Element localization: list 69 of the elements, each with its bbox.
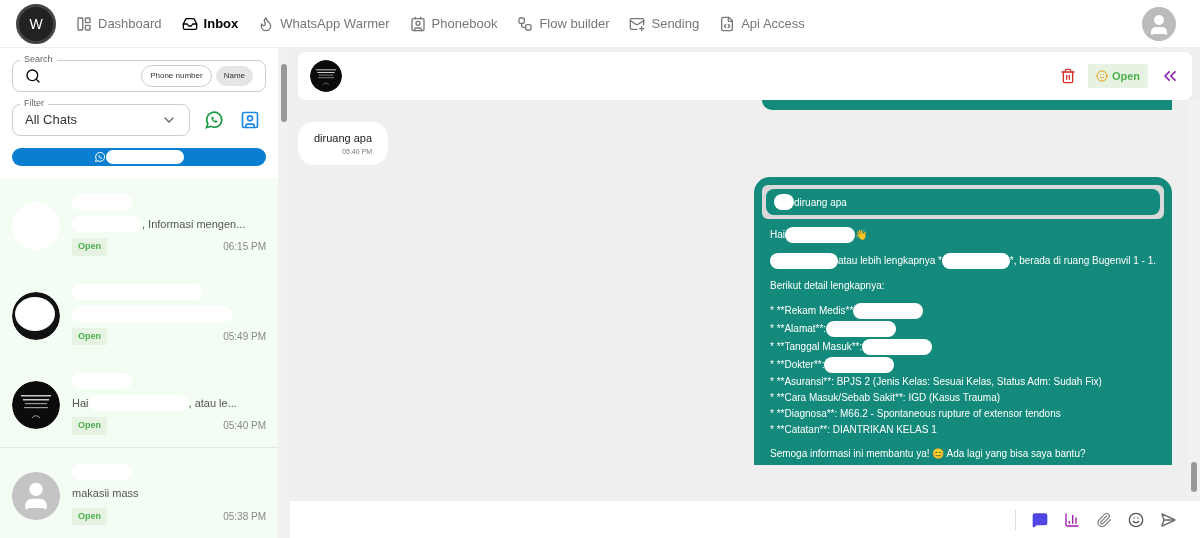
avatar (12, 471, 60, 520)
chat-list-item[interactable]: , Informasi mengen... Open 06:15 PM (0, 178, 278, 268)
attach-icon[interactable] (1096, 511, 1112, 528)
chat-time: 05:40 PM (223, 419, 266, 434)
delete-icon[interactable] (1059, 68, 1076, 84)
message-preview: Hai (72, 395, 89, 411)
search-mode-toggle[interactable]: Name (215, 66, 253, 86)
message-line: * **Diagnosa**: M66.2 - Spontaneous rupture of extensor tendons (770, 407, 1062, 421)
nav-tab[interactable]: Flow builder (517, 13, 610, 34)
mail-icon (629, 15, 646, 32)
chat-list-item[interactable]: Open 05:49 PM (0, 267, 278, 357)
search-mode-toggle[interactable]: Phone number (141, 65, 212, 87)
message-line: * **Catatan**: DIANTRIKAN KELAS 1 (770, 423, 938, 437)
nav-tab[interactable]: Inbox (181, 13, 239, 34)
redaction-mark (774, 194, 794, 210)
message-line: * **Dokter**: (770, 357, 1156, 373)
message-line: * **Rekam Medis** (770, 303, 1156, 319)
redaction-mark (853, 303, 924, 319)
chat-time: 06:15 PM (223, 240, 266, 255)
redaction-mark (941, 253, 1010, 269)
message-line: Semoga informasi ini membantu ya! 😊 Ada lagi yang bisa saya bantu? (770, 447, 1087, 461)
message-line: Berikut detail lengkapnya: (770, 279, 886, 293)
flow-icon (517, 15, 534, 32)
chart-icon[interactable] (1064, 511, 1080, 528)
message-preview: , Informasi mengen... (142, 216, 246, 232)
chat-time: 05:49 PM (223, 329, 266, 344)
message-line: atau lebih lengkapnya * *, berada di ruang Bugenvil 1 - 1. (770, 253, 1156, 269)
field-label: Search (20, 54, 57, 65)
message-preview: , atau le... (188, 395, 237, 411)
chat-list-item[interactable]: makasii mass Open 05:38 PM (0, 447, 278, 537)
chat-time: 05:38 PM (223, 509, 266, 524)
redaction-mark (824, 357, 895, 373)
logo[interactable]: W (16, 3, 56, 44)
status-badge: Open (72, 507, 107, 525)
field-label: Filter (20, 98, 48, 109)
emoji-icon[interactable] (1128, 511, 1144, 528)
contact-icon (240, 110, 260, 130)
message-preview: makasii mass (72, 486, 139, 502)
send-icon[interactable] (1160, 511, 1176, 528)
message-line: Hai 👋 (770, 227, 1156, 243)
whatsapp-icon (94, 151, 106, 163)
search-icon (25, 68, 41, 84)
nav-tab[interactable]: Api Access (719, 13, 805, 34)
quoted-message: diruang apa (762, 185, 1164, 219)
nav-tab[interactable]: Sending (629, 13, 700, 34)
message-line: * **Alamat**: (770, 321, 1156, 337)
smiley-icon (1095, 70, 1108, 82)
redaction-mark (826, 321, 897, 337)
scrollbar[interactable] (278, 48, 290, 538)
code-file-icon (719, 15, 736, 32)
inbox-icon (181, 15, 198, 32)
nav-tab[interactable]: WhatsApp Warmer (258, 13, 390, 34)
device-bar[interactable] (12, 148, 266, 166)
redaction-mark (770, 253, 838, 269)
layout-icon (76, 15, 92, 32)
nav-tab[interactable]: Phonebook (409, 13, 498, 34)
status-badge: Open (72, 417, 107, 435)
status-badge: Open (72, 327, 107, 345)
status-badge: Open (72, 238, 107, 256)
chat-list-item[interactable]: Hai , atau le... Open 05:40 PM (0, 357, 278, 447)
whatsapp-icon (204, 110, 224, 130)
nav-tab[interactable]: Dashboard (76, 13, 162, 34)
template-icon[interactable] (1032, 511, 1048, 528)
redaction-mark (785, 227, 855, 243)
message-line: * **Tanggal Masuk**: (770, 339, 1156, 355)
redaction-mark (862, 339, 933, 355)
message-line: * **Asuransi**: BPJS 2 (Jenis Kelas: Sesuai Kelas, Status Adm: Sudah Fix) (770, 375, 1103, 389)
message-line: * **Cara Masuk/Sebab Sakit**: IGD (Kasus Trauma) (770, 391, 1002, 405)
contact-card-icon (409, 15, 426, 32)
